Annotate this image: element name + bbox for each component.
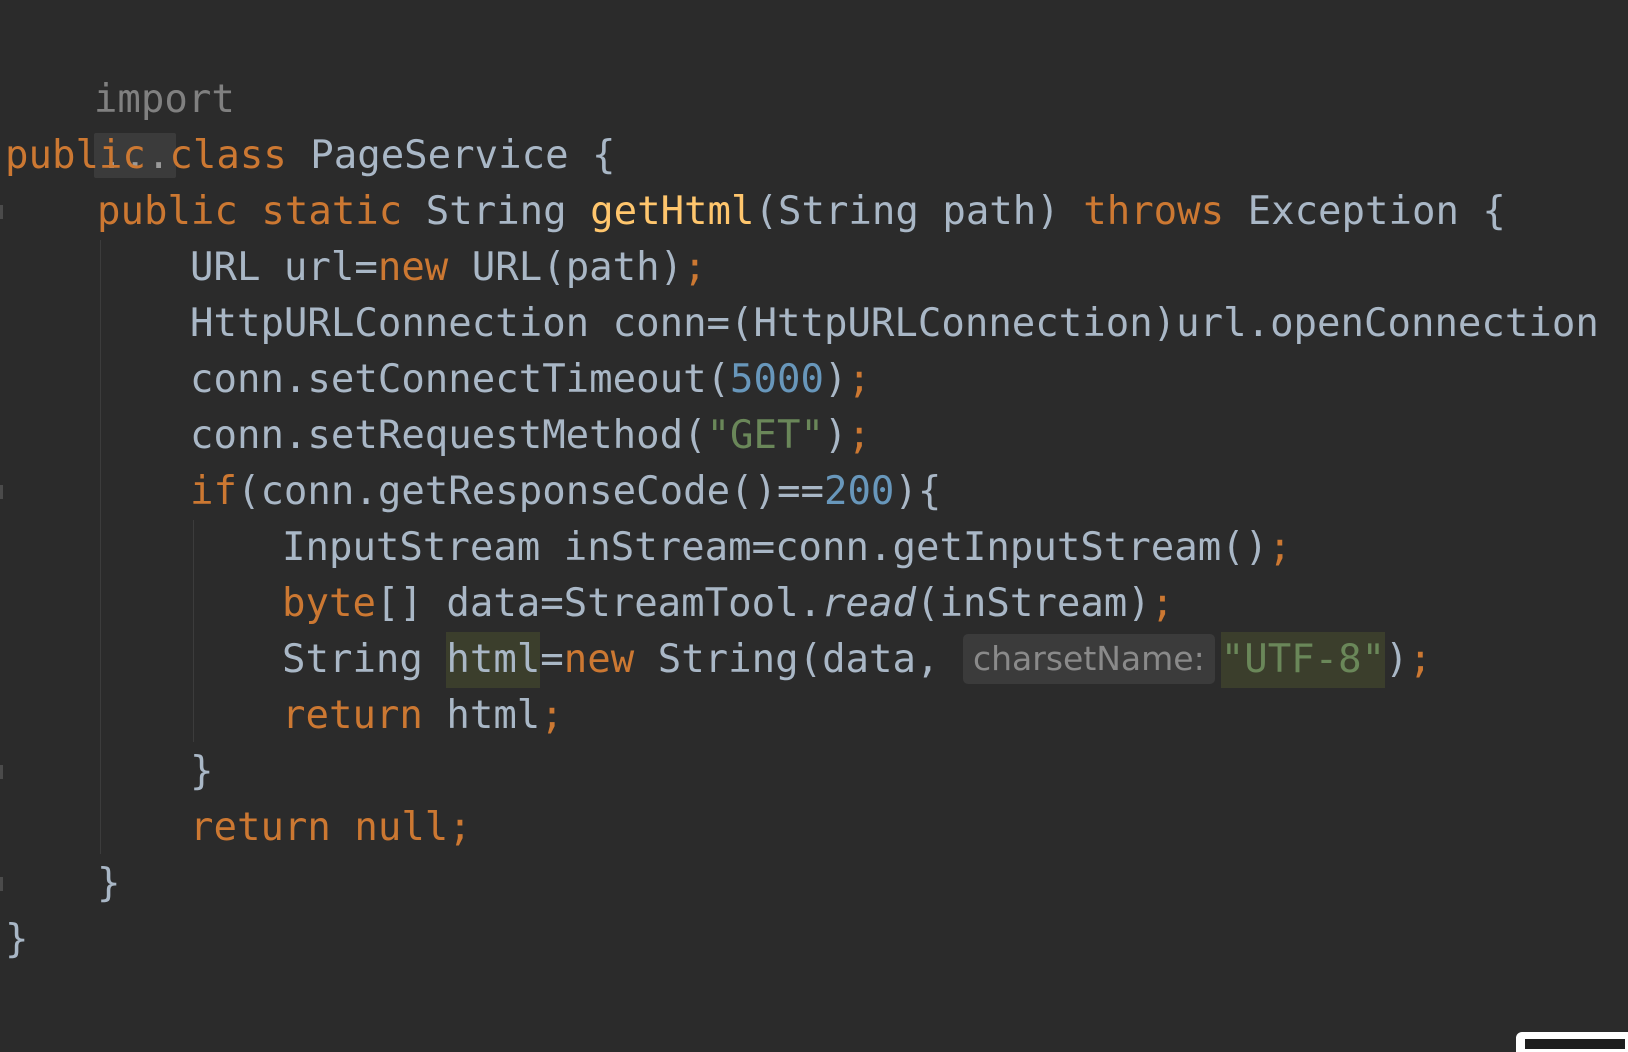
semicolon: ; bbox=[1150, 581, 1175, 626]
timeout-call: conn.setConnectTimeout( bbox=[190, 357, 731, 402]
code-line-return-null[interactable]: return null; bbox=[190, 800, 472, 856]
indent-guide-if bbox=[193, 520, 194, 742]
kw-static: static bbox=[261, 189, 403, 234]
data-decl: [] data=StreamTool. bbox=[375, 581, 823, 626]
code-editor[interactable]: import ... public class PageService { pu… bbox=[0, 0, 1628, 1052]
kw-new: new bbox=[377, 245, 449, 290]
semicolon: ; bbox=[540, 693, 564, 738]
html-var-highlight: html bbox=[446, 632, 541, 688]
fold-marker-if-end[interactable] bbox=[0, 765, 3, 779]
code-line-if[interactable]: if(conn.getResponseCode()==200){ bbox=[190, 464, 941, 520]
code-line-url[interactable]: URL url=new URL(path); bbox=[190, 240, 707, 296]
kw-public: public bbox=[5, 133, 146, 178]
kw-null: null bbox=[330, 805, 449, 850]
string-type: String bbox=[282, 637, 447, 682]
kw-byte: byte bbox=[282, 581, 376, 626]
status-code-value: 200 bbox=[823, 469, 895, 514]
method-params: (String path) bbox=[754, 189, 1060, 234]
code-line-conn[interactable]: HttpURLConnection conn=(HttpURLConnectio… bbox=[190, 296, 1599, 352]
instream-decl: InputStream inStream=conn.getInputStream… bbox=[282, 525, 1269, 570]
semicolon: ; bbox=[847, 413, 871, 458]
semicolon: ; bbox=[448, 805, 472, 850]
read-args: (inStream) bbox=[915, 581, 1151, 626]
kw-class: class bbox=[169, 133, 287, 178]
code-line-close-if[interactable]: } bbox=[190, 744, 213, 800]
code-line-class[interactable]: public class PageService { bbox=[5, 128, 616, 184]
code-line-import[interactable]: import ... bbox=[0, 16, 235, 178]
class-name: PageService bbox=[310, 133, 569, 178]
url-decl: URL url= bbox=[190, 245, 378, 290]
code-line-method[interactable]: public static String getHtml(String path… bbox=[97, 184, 1506, 240]
kw-return: return bbox=[282, 693, 423, 738]
semicolon: ; bbox=[683, 245, 707, 290]
code-line-timeout[interactable]: conn.setConnectTimeout(5000); bbox=[190, 352, 871, 408]
minimap-preview bbox=[1525, 1039, 1625, 1049]
fold-marker-method-end[interactable] bbox=[0, 877, 3, 891]
fold-marker-if[interactable] bbox=[0, 485, 3, 499]
kw-new: new bbox=[563, 637, 635, 682]
charset-value: "UTF-8" bbox=[1220, 632, 1386, 688]
if-close: ){ bbox=[894, 469, 942, 514]
code-line-request-method[interactable]: conn.setRequestMethod("GET"); bbox=[190, 408, 871, 464]
minimap-thumbnail[interactable] bbox=[1516, 1032, 1628, 1052]
brace-close: } bbox=[190, 749, 214, 794]
url-ctor: URL(path) bbox=[471, 245, 684, 290]
request-method-value: "GET" bbox=[706, 413, 824, 458]
semicolon: ; bbox=[847, 357, 871, 402]
paren-close: ) bbox=[1385, 637, 1409, 682]
kw-if: if bbox=[190, 469, 237, 514]
indent-guide-method bbox=[100, 240, 101, 854]
exception-type: Exception { bbox=[1247, 189, 1506, 234]
if-condition: (conn.getResponseCode()== bbox=[236, 469, 824, 514]
return-type: String bbox=[425, 189, 567, 234]
code-line-data[interactable]: byte[] data=StreamTool.read(inStream); bbox=[282, 576, 1174, 632]
code-line-close-class[interactable]: } bbox=[5, 912, 28, 968]
read-method: read bbox=[822, 581, 916, 626]
method-name: getHtml bbox=[590, 189, 755, 234]
brace-close: } bbox=[5, 917, 29, 962]
brace-open: { bbox=[592, 133, 616, 178]
kw-return: return bbox=[190, 805, 331, 850]
return-value: html bbox=[422, 693, 541, 738]
semicolon: ; bbox=[1408, 637, 1433, 682]
code-line-close-method[interactable]: } bbox=[97, 856, 120, 912]
import-keyword: import bbox=[93, 77, 235, 122]
parameter-hint: charsetName: bbox=[962, 634, 1215, 684]
kw-public: public bbox=[97, 189, 238, 234]
timeout-value: 5000 bbox=[730, 357, 824, 402]
kw-throws: throws bbox=[1083, 189, 1225, 234]
brace-close: } bbox=[97, 861, 121, 906]
paren-close: ) bbox=[823, 357, 848, 402]
conn-decl: HttpURLConnection conn=(HttpURLConnectio… bbox=[190, 301, 1599, 346]
code-line-html[interactable]: String html=new String(data, charsetName… bbox=[282, 632, 1432, 688]
request-method-call: conn.setRequestMethod( bbox=[190, 413, 707, 458]
string-ctor: String(data, bbox=[634, 637, 940, 682]
code-line-return-html[interactable]: return html; bbox=[282, 688, 564, 744]
code-line-instream[interactable]: InputStream inStream=conn.getInputStream… bbox=[282, 520, 1292, 576]
assign: = bbox=[540, 637, 564, 682]
semicolon: ; bbox=[1268, 525, 1292, 570]
paren-close: ) bbox=[823, 413, 848, 458]
